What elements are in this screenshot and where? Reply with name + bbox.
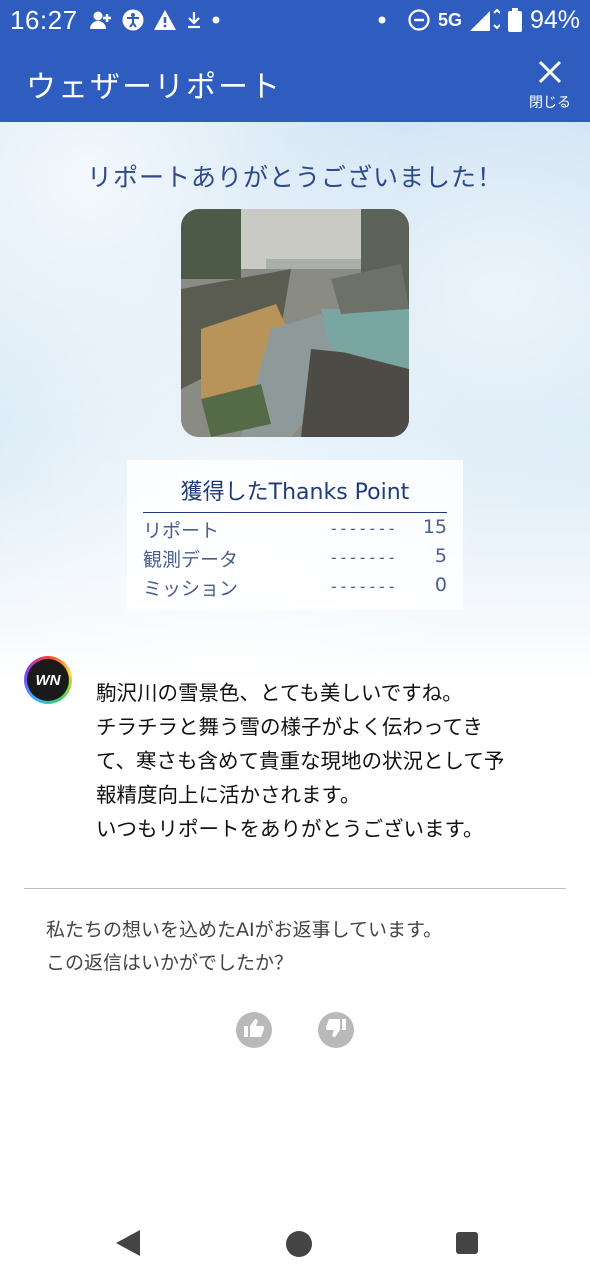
avatar: WN: [24, 656, 72, 704]
reply-line: 報精度向上に活かされます。: [96, 783, 361, 807]
points-label: ミッション: [143, 578, 239, 600]
feedback-line: この返信はいかがでしたか？: [46, 952, 294, 974]
app-header: ウェザーリポート 閉じる: [0, 40, 590, 122]
points-row-observation: 観測データ ------- 5: [143, 545, 447, 573]
points-title: 獲得したThanks Point: [143, 474, 447, 513]
thumbs-up-button[interactable]: [236, 1012, 272, 1048]
points-dash: -------: [329, 519, 397, 538]
reply-line: 駒沢川の雪景色、とても美しいですね。: [96, 681, 463, 705]
thanks-heading: リポートありがとうございました！: [86, 163, 503, 192]
points-label: リポート: [143, 520, 220, 542]
back-icon[interactable]: [116, 1230, 140, 1260]
points-value: 5: [434, 545, 447, 567]
ai-reply-text: 駒沢川の雪景色、とても美しいですね。 チラチラと舞う雪の様子がよく伝わってき て…: [96, 676, 566, 846]
reply-line: チラチラと舞う雪の様子がよく伝わってき: [96, 715, 483, 739]
report-photo: [181, 209, 409, 437]
battery-icon: [507, 8, 522, 32]
page-title: ウェザーリポート: [26, 70, 282, 105]
reply-line: いつもリポートをありがとうございます。: [96, 817, 484, 841]
reply-line: て、寒さも含めて貴重な現地の状況として予: [96, 749, 505, 773]
signal-icon: [469, 9, 500, 31]
warning-icon: [153, 10, 176, 30]
do-not-disturb-icon: [408, 9, 430, 31]
thumbs-down-icon[interactable]: [325, 1018, 347, 1042]
system-nav-bar: [0, 1206, 590, 1279]
close-icon[interactable]: [522, 50, 578, 90]
battery-level: 94%: [529, 5, 580, 34]
network-label: 5G: [437, 9, 462, 30]
points-dash: -------: [329, 548, 397, 567]
avatar-logo: WN: [27, 659, 69, 701]
download-icon: [186, 11, 202, 29]
accessibility-icon: [122, 9, 144, 31]
status-time: 16:27: [10, 4, 78, 35]
person-add-icon: [89, 10, 112, 30]
divider: [24, 888, 566, 889]
points-label: 観測データ: [143, 549, 239, 571]
points-value: 15: [422, 516, 447, 538]
points-row-mission: ミッション ------- 0: [143, 574, 447, 602]
dot-icon: [378, 16, 386, 24]
home-icon[interactable]: [286, 1231, 312, 1257]
thumbs-up-icon[interactable]: [243, 1018, 265, 1042]
recents-icon[interactable]: [456, 1232, 478, 1254]
points-card: 獲得したThanks Point リポート ------- 15 観測データ -…: [127, 460, 463, 610]
feedback-question: 私たちの想いを込めたAIがお返事しています。 この返信はいかがでしたか？: [46, 914, 566, 980]
status-icons-right: 5G 94%: [378, 6, 580, 35]
thumbs-down-button[interactable]: [318, 1012, 354, 1048]
status-bar: 16:27 5G 94%: [0, 0, 590, 40]
close-label[interactable]: 閉じる: [522, 92, 578, 112]
dot-icon: [212, 16, 220, 24]
feedback-line: 私たちの想いを込めたAIがお返事しています。: [46, 919, 443, 941]
points-row-report: リポート ------- 15: [143, 516, 447, 544]
points-dash: -------: [329, 577, 397, 596]
points-value: 0: [434, 574, 447, 596]
close-button[interactable]: 閉じる: [522, 50, 578, 112]
status-icons-left: [89, 9, 220, 31]
